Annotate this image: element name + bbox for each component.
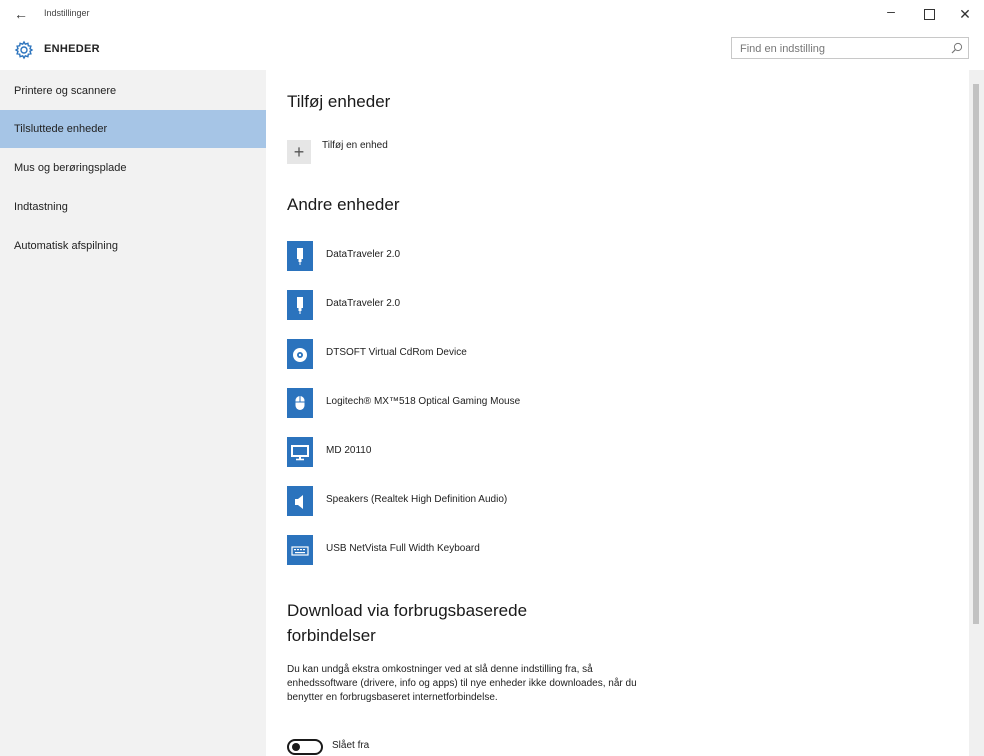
device-tile [287, 486, 313, 516]
toggle-knob [292, 743, 300, 751]
device-item[interactable]: Speakers (Realtek High Definition Audio) [287, 486, 687, 516]
gear-icon [14, 40, 34, 60]
device-item[interactable]: DataTraveler 2.0 [287, 241, 687, 271]
section-title-add-devices: Tilføj enheder [287, 92, 391, 111]
add-device-button[interactable]: + [287, 140, 311, 164]
search-input[interactable] [738, 40, 942, 58]
sidebar-item-autoplay[interactable]: Automatisk afspilning [0, 227, 266, 265]
page-title: ENHEDER [44, 43, 100, 55]
minimize-button[interactable]: – [876, 3, 906, 19]
speaker-icon [295, 495, 303, 509]
device-name: MD 20110 [326, 445, 372, 456]
device-name: DTSOFT Virtual CdRom Device [326, 347, 467, 358]
metered-download-toggle[interactable] [287, 739, 323, 755]
disc-icon [293, 348, 307, 362]
sidebar: Printere og scannere Tilsluttede enheder… [0, 70, 266, 756]
device-name: Speakers (Realtek High Definition Audio) [326, 494, 508, 505]
monitor-icon [291, 445, 309, 461]
search-box[interactable] [731, 37, 969, 59]
sidebar-item-connected-devices[interactable]: Tilsluttede enheder [0, 110, 266, 148]
section-title-metered-download-line2: forbindelser [287, 626, 376, 645]
section-title-other-devices: Andre enheder [287, 195, 400, 214]
window-title: Indstillinger [44, 8, 90, 18]
back-arrow-icon[interactable]: ← [14, 6, 28, 22]
device-item[interactable]: Logitech® MX™518 Optical Gaming Mouse [287, 388, 687, 418]
device-tile [287, 290, 313, 320]
title-bar: ← Indstillinger – ✕ [0, 0, 984, 32]
maximize-button[interactable] [914, 6, 944, 23]
sidebar-item-typing[interactable]: Indtastning [0, 188, 266, 226]
usb-drive-icon [297, 297, 303, 314]
mouse-icon [295, 396, 305, 410]
close-button[interactable]: ✕ [950, 6, 980, 23]
section-title-metered-download: Download via forbrugsbaserede [287, 601, 528, 620]
add-device-label[interactable]: Tilføj en enhed [322, 140, 388, 151]
keyboard-icon [291, 546, 309, 556]
scrollbar[interactable] [969, 70, 984, 756]
device-name: USB NetVista Full Width Keyboard [326, 543, 480, 554]
sidebar-item-printers[interactable]: Printere og scannere [0, 72, 266, 110]
search-icon[interactable] [950, 41, 964, 55]
scrollbar-thumb[interactable] [973, 84, 979, 624]
device-name: DataTraveler 2.0 [326, 298, 401, 309]
device-name: DataTraveler 2.0 [326, 249, 401, 260]
metered-download-description: Du kan undgå ekstra omkostninger ved at … [287, 664, 637, 703]
sidebar-item-mouse-touchpad[interactable]: Mus og berøringsplade [0, 149, 266, 187]
usb-drive-icon [297, 248, 303, 265]
plus-icon: + [293, 142, 305, 162]
main-content: Tilføj enheder + Tilføj en enhed Andre e… [266, 70, 984, 756]
device-item[interactable]: DTSOFT Virtual CdRom Device [287, 339, 687, 369]
device-tile [287, 437, 313, 467]
device-tile [287, 535, 313, 565]
device-tile [287, 241, 313, 271]
device-tile [287, 388, 313, 418]
device-tile [287, 339, 313, 369]
device-name: Logitech® MX™518 Optical Gaming Mouse [326, 396, 521, 407]
device-item[interactable]: DataTraveler 2.0 [287, 290, 687, 320]
device-item[interactable]: MD 20110 [287, 437, 687, 467]
device-item[interactable]: USB NetVista Full Width Keyboard [287, 535, 687, 565]
toggle-state-label: Slået fra [332, 740, 370, 751]
maximize-icon [923, 9, 935, 20]
